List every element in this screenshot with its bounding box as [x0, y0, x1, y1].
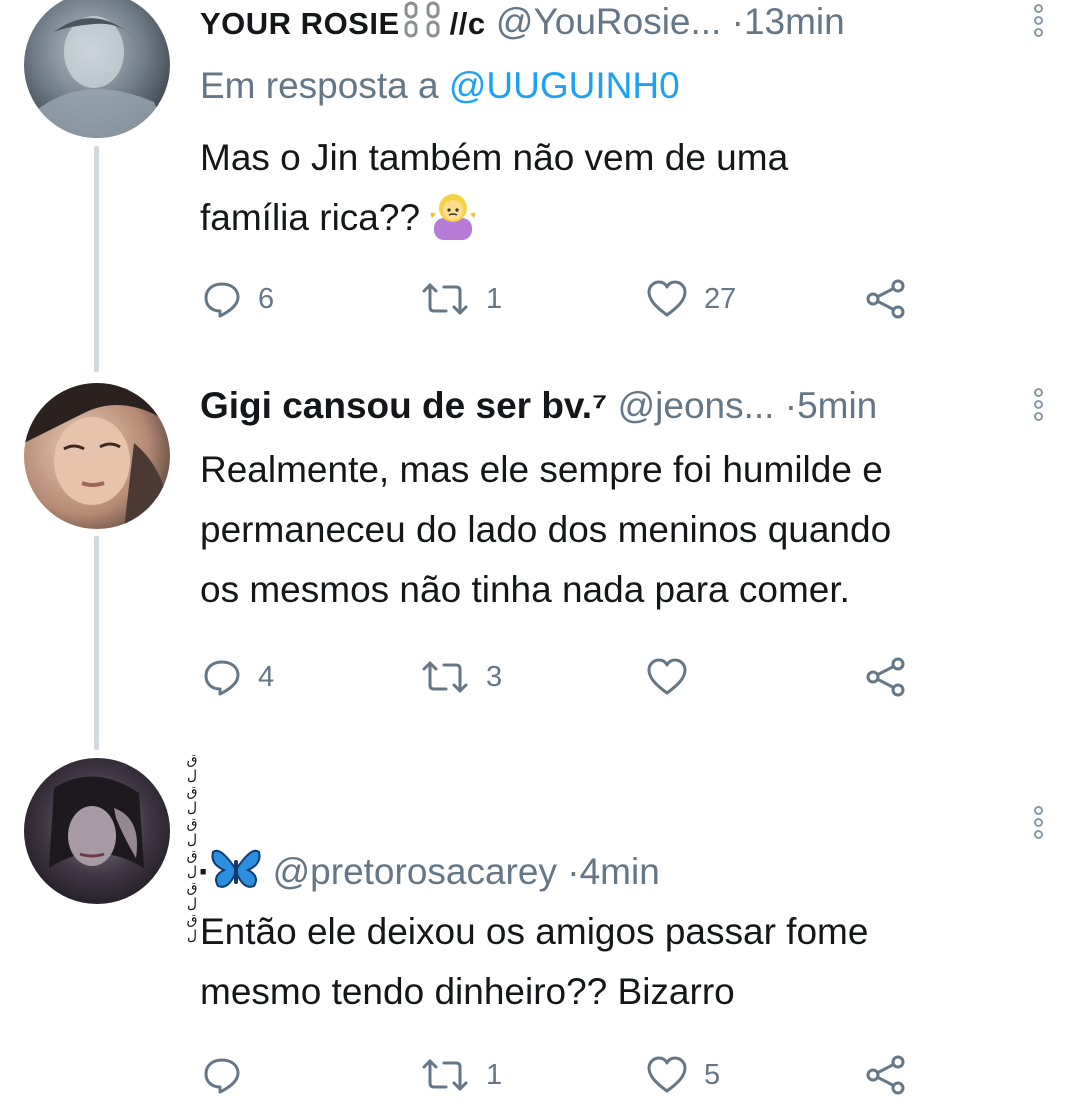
person-shrugging-emoji-icon — [430, 194, 476, 240]
more-vertical-icon[interactable] — [1030, 806, 1046, 839]
share-button[interactable] — [864, 274, 908, 324]
like-count: 5 — [704, 1058, 721, 1091]
retweet-button[interactable]: 1 — [420, 1050, 502, 1100]
reply-button[interactable]: 4 — [202, 652, 274, 702]
share-icon — [866, 1055, 905, 1095]
heart-icon — [647, 658, 687, 695]
heart-icon — [647, 1056, 687, 1093]
retweet-icon — [422, 1059, 468, 1091]
user-handle[interactable]: @pretorosacarey — [273, 851, 557, 892]
reply-icon — [204, 1058, 240, 1094]
reply-prefix: Em resposta a — [200, 65, 439, 106]
share-button[interactable] — [864, 652, 908, 702]
tweet-text-line: família rica?? — [200, 197, 421, 238]
tweet-text-line: mesmo tendo dinheiro?? Bizarro — [200, 971, 735, 1012]
butterfly-emoji-icon — [211, 849, 261, 888]
tweet[interactable]: YOUR ROSIE //c @YouRosie... ·13min Em res… — [0, 0, 1080, 360]
retweet-button[interactable]: 3 — [420, 652, 502, 702]
tweet[interactable]: لقلقلقلقلقلق · @pretorosacarey ·4min Ent… — [0, 750, 1080, 1116]
tweet-actions: 4 3 — [200, 652, 920, 702]
timestamp[interactable]: 13min — [744, 1, 845, 42]
avatar[interactable] — [24, 758, 170, 904]
tweet-actions: 1 5 — [200, 1050, 920, 1100]
reply-mention-link[interactable]: @UUGUINH0 — [449, 65, 680, 106]
reply-icon — [204, 282, 240, 318]
retweet-count: 1 — [486, 1058, 503, 1091]
reply-context: Em resposta a @UUGUINH0 — [200, 64, 680, 108]
reply-button[interactable] — [202, 1050, 258, 1100]
reply-count: 6 — [258, 282, 275, 315]
more-vertical-icon[interactable] — [1030, 388, 1046, 421]
user-handle[interactable]: @YouRosie... — [496, 1, 721, 42]
tweet-text: Realmente, mas ele sempre foi humilde e … — [200, 440, 1050, 620]
tweet-header: YOUR ROSIE //c @YouRosie... ·13min — [200, 0, 1010, 46]
separator-dot: · — [784, 385, 798, 426]
separator-dot: · — [567, 851, 580, 892]
tweet-text-line: Então ele deixou os amigos passar fome — [200, 911, 869, 952]
tweet-header: Gigi cansou de ser bv.⁷ @jeons... ·5min — [200, 384, 1010, 428]
like-button[interactable]: 27 — [646, 274, 736, 324]
like-button[interactable] — [646, 652, 704, 702]
retweet-icon — [422, 283, 468, 315]
tweet-text-line: permaneceu do lado dos meninos quando — [200, 509, 892, 550]
share-icon — [866, 657, 905, 697]
heart-icon — [647, 280, 687, 317]
avatar[interactable] — [24, 383, 170, 529]
avatar[interactable] — [24, 0, 170, 138]
tweet-text: Mas o Jin também não vem de uma família … — [200, 128, 1050, 248]
display-name-suffix[interactable]: //c — [450, 6, 486, 41]
retweet-icon — [422, 661, 468, 693]
tweet[interactable]: Gigi cansou de ser bv.⁷ @jeons... ·5min … — [0, 380, 1080, 720]
share-button[interactable] — [864, 1050, 908, 1100]
chain-emoji-icon — [404, 1, 440, 38]
more-vertical-icon[interactable] — [1030, 4, 1046, 37]
retweet-count: 3 — [486, 660, 503, 693]
display-name-prefix[interactable]: · — [198, 851, 210, 892]
reply-icon — [204, 660, 240, 696]
user-handle[interactable]: @jeons... — [618, 385, 775, 426]
separator-dot: · — [731, 1, 744, 42]
display-name[interactable]: YOUR ROSIE — [200, 6, 400, 41]
tweet-text: Então ele deixou os amigos passar fome m… — [200, 902, 1050, 1022]
like-count: 27 — [704, 282, 737, 315]
like-button[interactable]: 5 — [646, 1050, 720, 1100]
display-name-glyph-stack: لقلقلقلقلقلق — [168, 752, 200, 944]
retweet-button[interactable]: 1 — [420, 274, 502, 324]
tweet-text-line: Realmente, mas ele sempre foi humilde e — [200, 449, 883, 490]
reply-count: 4 — [258, 660, 275, 693]
tweet-text-line: Mas o Jin também não vem de uma — [200, 137, 789, 178]
share-icon — [866, 279, 905, 319]
tweet-text-line: os mesmos não tinha nada para comer. — [200, 569, 850, 610]
retweet-count: 1 — [486, 282, 503, 315]
tweet-header: · @pretorosacarey ·4min — [198, 846, 1010, 894]
display-name[interactable]: Gigi cansou de ser bv.⁷ — [200, 385, 607, 426]
timestamp[interactable]: 5min — [797, 385, 877, 426]
reply-button[interactable]: 6 — [202, 274, 274, 324]
tweet-actions: 6 1 27 — [200, 274, 920, 324]
timestamp[interactable]: 4min — [580, 851, 660, 892]
